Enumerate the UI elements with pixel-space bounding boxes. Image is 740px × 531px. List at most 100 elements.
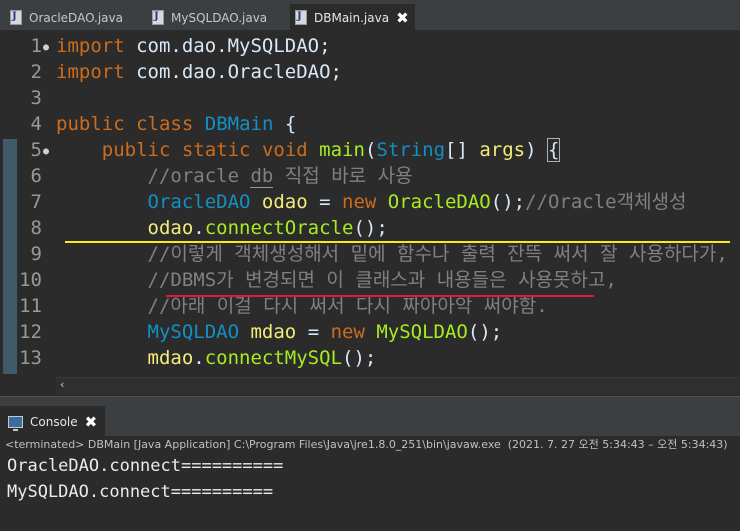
line-number: 4	[30, 113, 42, 135]
java-file-icon: J	[152, 9, 165, 26]
console-monitor-icon	[8, 415, 23, 431]
yellow-annotation-line	[65, 241, 730, 243]
code-token: new	[330, 321, 365, 343]
code-line[interactable]: 6 //oracle db 직접 바로 사용	[0, 163, 740, 189]
console-output-line: MySQLDAO.connect==========	[7, 482, 274, 502]
code-token: //아래 이걸 다시 써서 다시 짜아아악 써야함.	[147, 295, 548, 317]
code-token: mdao	[250, 321, 297, 343]
code-token: new	[342, 191, 377, 213]
code-line[interactable]: 1 ● import com.dao.MySQLDAO;	[0, 33, 740, 59]
code-line[interactable]: 4 public class DBMain {	[0, 111, 740, 137]
code-editor[interactable]: 1 ● import com.dao.MySQLDAO; 2 import com.da…	[0, 31, 740, 394]
line-number: 10	[19, 269, 42, 291]
code-text: import com.dao.OracleDAO;	[56, 59, 342, 85]
code-token: import	[56, 35, 125, 57]
code-token: odao	[147, 217, 194, 239]
close-icon[interactable]: ✖	[85, 413, 98, 431]
line-number: 9	[30, 243, 42, 265]
tab-dbmain-java[interactable]: J DBMain.java ✖	[290, 4, 415, 31]
console-panel-header: Console ✖	[0, 396, 740, 437]
console-output[interactable]: OracleDAO.connect========== MySQLDAO.con…	[0, 454, 740, 531]
line-number: 1	[30, 35, 42, 57]
tab-console[interactable]: Console ✖	[0, 406, 106, 437]
code-text: odao.connectOracle();	[56, 215, 388, 241]
tab-oracledao-java[interactable]: J OracleDAO.java	[10, 4, 123, 31]
code-token: MySQLDAO	[147, 321, 240, 343]
tab-label: MySQLDAO.java	[171, 10, 268, 25]
code-token: =	[307, 191, 343, 213]
code-token: void	[261, 139, 308, 161]
code-token: //oracle	[147, 165, 251, 187]
code-text: MySQLDAO mdao = new MySQLDAO();	[56, 319, 503, 345]
code-token: ();	[342, 347, 377, 369]
code-text: public class DBMain {	[56, 111, 296, 137]
code-text: //oracle db 직접 바로 사용	[56, 163, 413, 189]
fold-marker-icon[interactable]: ●	[43, 35, 49, 61]
code-token: db	[250, 165, 274, 188]
line-number: 8	[30, 217, 42, 239]
java-file-icon: J	[10, 9, 23, 26]
code-token: {	[546, 138, 561, 162]
code-token: (	[364, 139, 377, 161]
code-text: //이렇게 객체생성해서 밑에 함수나 출력 잔뜩 써서 잘 사용하다가,	[56, 241, 728, 267]
code-line[interactable]: 8 odao.connectOracle();	[0, 215, 740, 241]
code-token: {	[273, 113, 297, 135]
code-token: OracleDAO	[387, 191, 491, 213]
code-token: connectMySQL	[204, 347, 343, 369]
code-line[interactable]: 10 //DBMS가 변경되면 이 클래스과 내용들은 사용못하고,	[0, 267, 740, 293]
code-token: com.dao.MySQLDAO;	[124, 35, 331, 57]
code-text: OracleDAO odao = new OracleDAO();//Oracl…	[56, 189, 687, 215]
line-number: 6	[30, 165, 42, 187]
line-number: 11	[19, 295, 42, 317]
fold-marker-icon[interactable]: ●	[43, 139, 49, 165]
tab-mysqldao-java[interactable]: J MySQLDAO.java	[152, 4, 267, 31]
tab-label: OracleDAO.java	[29, 10, 123, 25]
close-icon[interactable]: ✖	[396, 9, 409, 27]
tab-label: DBMain.java	[314, 10, 390, 25]
code-token: .	[193, 217, 205, 239]
horizontal-scrollbar[interactable]: ‹	[56, 377, 740, 394]
code-line[interactable]: 12 MySQLDAO mdao = new MySQLDAO();	[0, 319, 740, 345]
code-token: ();	[490, 191, 526, 213]
code-text: import com.dao.MySQLDAO;	[56, 33, 331, 59]
line-number: 5	[30, 139, 42, 161]
console-tab-label: Console	[30, 414, 78, 429]
code-line[interactable]: 5 ● public static void main(String[] args…	[0, 137, 740, 163]
code-line[interactable]: 2 import com.dao.OracleDAO;	[0, 59, 740, 85]
code-token: String	[376, 139, 446, 161]
line-number: 7	[30, 191, 42, 213]
code-line[interactable]: 7 OracleDAO odao = new OracleDAO();//Ora…	[0, 189, 740, 215]
code-token: //Oracle객체생성	[525, 191, 687, 213]
red-annotation-underline	[166, 295, 594, 297]
code-token: .	[193, 347, 205, 369]
code-token: DBMain	[204, 113, 274, 135]
code-token: MySQLDAO	[376, 321, 468, 343]
code-token: ();	[353, 217, 388, 239]
code-token: public	[56, 113, 125, 135]
code-line[interactable]: 3	[0, 85, 740, 111]
scroll-left-icon[interactable]: ‹	[60, 378, 64, 391]
code-token: class	[136, 113, 194, 135]
code-token: args	[479, 139, 526, 161]
code-text: mdao.connectMySQL();	[56, 345, 377, 371]
code-token: =	[296, 321, 331, 343]
code-line[interactable]: 9 //이렇게 객체생성해서 밑에 함수나 출력 잔뜩 써서 잘 사용하다가,	[0, 241, 740, 267]
code-token: connectOracle	[204, 217, 354, 239]
java-file-icon: J	[295, 9, 308, 26]
code-line[interactable]: 13 mdao.connectMySQL();	[0, 345, 740, 371]
code-token: []	[445, 139, 480, 161]
code-token: static	[181, 139, 251, 161]
